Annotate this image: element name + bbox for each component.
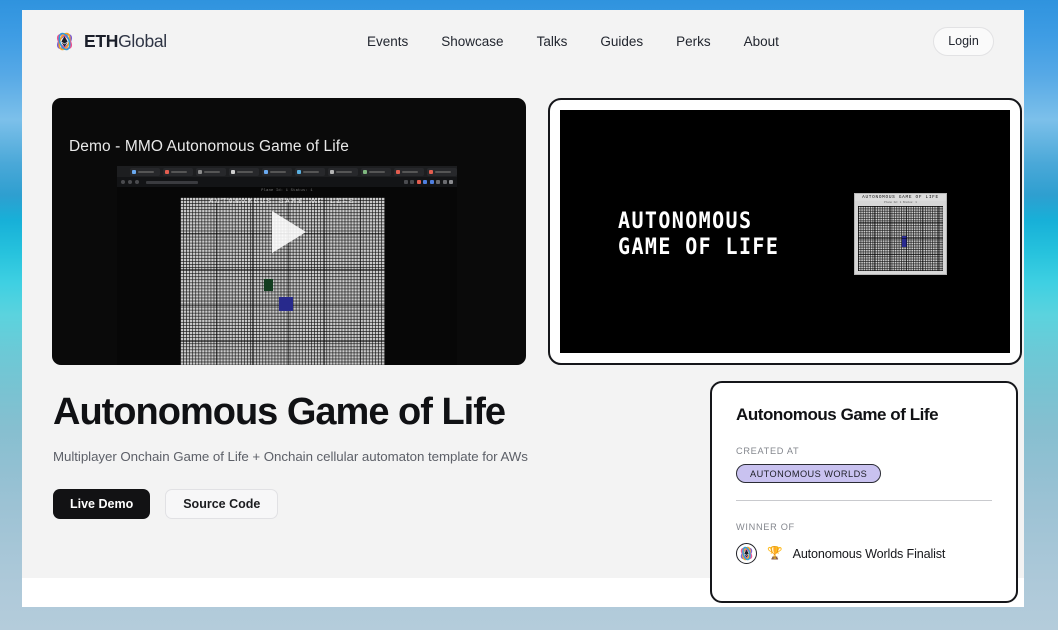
nav-item-about[interactable]: About [744, 34, 779, 49]
page-title: Autonomous Game of Life [53, 391, 506, 433]
source-code-button[interactable]: Source Code [165, 489, 279, 519]
wordmark-line-1: AUTONOMOUS [618, 206, 753, 234]
video-title: Demo - MMO Autonomous Game of Life [69, 138, 349, 155]
project-tagline: Multiplayer Onchain Game of Life + Oncha… [53, 449, 528, 464]
demo-video-player[interactable]: Demo - MMO Autonomous Game of Life Plane… [52, 98, 526, 365]
project-info-card: Autonomous Game of Life CREATED AT AUTON… [710, 381, 1018, 603]
main-navigation: Events Showcase Talks Guides Perks About [367, 34, 779, 49]
project-detail-row: Autonomous Game of Life Multiplayer Onch… [52, 381, 1018, 603]
info-card-title: Autonomous Game of Life [736, 405, 939, 424]
nav-item-talks[interactable]: Talks [537, 34, 568, 49]
site-header: ETHGlobal Events Showcase Talks Guides P… [22, 10, 1024, 72]
mock-grid-title: AUTONOMOUS GAME OF LIFE [209, 198, 356, 205]
project-screenshot-card[interactable]: AUTONOMOUS GAME OF LIFE AUTONOMOUS GAME … [548, 98, 1022, 365]
ethglobal-logo-icon [52, 29, 77, 54]
wordmark-line-2: GAME OF LIFE [618, 232, 780, 260]
nav-item-perks[interactable]: Perks [676, 34, 711, 49]
mini-app-live-cell [902, 236, 907, 247]
live-demo-button[interactable]: Live Demo [53, 489, 151, 519]
media-row: Demo - MMO Autonomous Game of Life Plane… [52, 98, 1022, 365]
mock-status-text: Plane Id: 1 Status: 1 [261, 189, 313, 193]
event-badge[interactable]: AUTONOMOUS WORLDS [736, 464, 882, 483]
screenshot-mini-app: AUTONOMOUS GAME OF LIFE Plane Id: 1 Stat… [854, 193, 947, 275]
mock-cell-green [264, 279, 273, 291]
video-browser-mockup: Plane Id: 1 Status: 1 AUTONOMOUS GAME OF… [117, 166, 457, 365]
award-label: Autonomous Worlds Finalist [792, 546, 946, 561]
nav-item-showcase[interactable]: Showcase [441, 34, 503, 49]
card-divider [736, 500, 992, 501]
ethglobal-logo-text: ETHGlobal [84, 31, 167, 52]
login-button[interactable]: Login [933, 26, 994, 56]
logo-bold-text: ETH [84, 30, 119, 51]
mini-app-grid [858, 206, 943, 271]
page-content: Demo - MMO Autonomous Game of Life Plane… [22, 72, 1024, 603]
project-detail-column: Autonomous Game of Life Multiplayer Onch… [52, 389, 688, 603]
logo-regular-text: Global [118, 30, 167, 51]
winner-of-label: WINNER OF [736, 522, 795, 532]
browser-window: ETHGlobal Events Showcase Talks Guides P… [22, 10, 1024, 607]
nav-item-events[interactable]: Events [367, 34, 408, 49]
created-at-label: CREATED AT [736, 446, 800, 456]
ethglobal-logo[interactable]: ETHGlobal [52, 29, 167, 54]
event-avatar-icon [736, 543, 757, 564]
award-row[interactable]: 🏆 Autonomous Worlds Finalist [736, 543, 992, 564]
mock-url-bar [117, 177, 457, 187]
mock-tab-bar [117, 166, 457, 177]
mini-app-title: AUTONOMOUS GAME OF LIFE [855, 194, 946, 201]
action-buttons: Live Demo Source Code [53, 489, 688, 519]
nav-item-guides[interactable]: Guides [600, 34, 643, 49]
play-icon[interactable] [272, 210, 306, 253]
trophy-icon: 🏆 [767, 546, 783, 561]
project-screenshot-image: AUTONOMOUS GAME OF LIFE AUTONOMOUS GAME … [560, 110, 1010, 353]
desktop-wallpaper: ETHGlobal Events Showcase Talks Guides P… [0, 0, 1058, 630]
screenshot-wordmark: AUTONOMOUS GAME OF LIFE [618, 206, 780, 260]
mock-cell-blue [279, 297, 293, 311]
mini-app-status: Plane Id: 1 Status: 1 [884, 201, 917, 204]
